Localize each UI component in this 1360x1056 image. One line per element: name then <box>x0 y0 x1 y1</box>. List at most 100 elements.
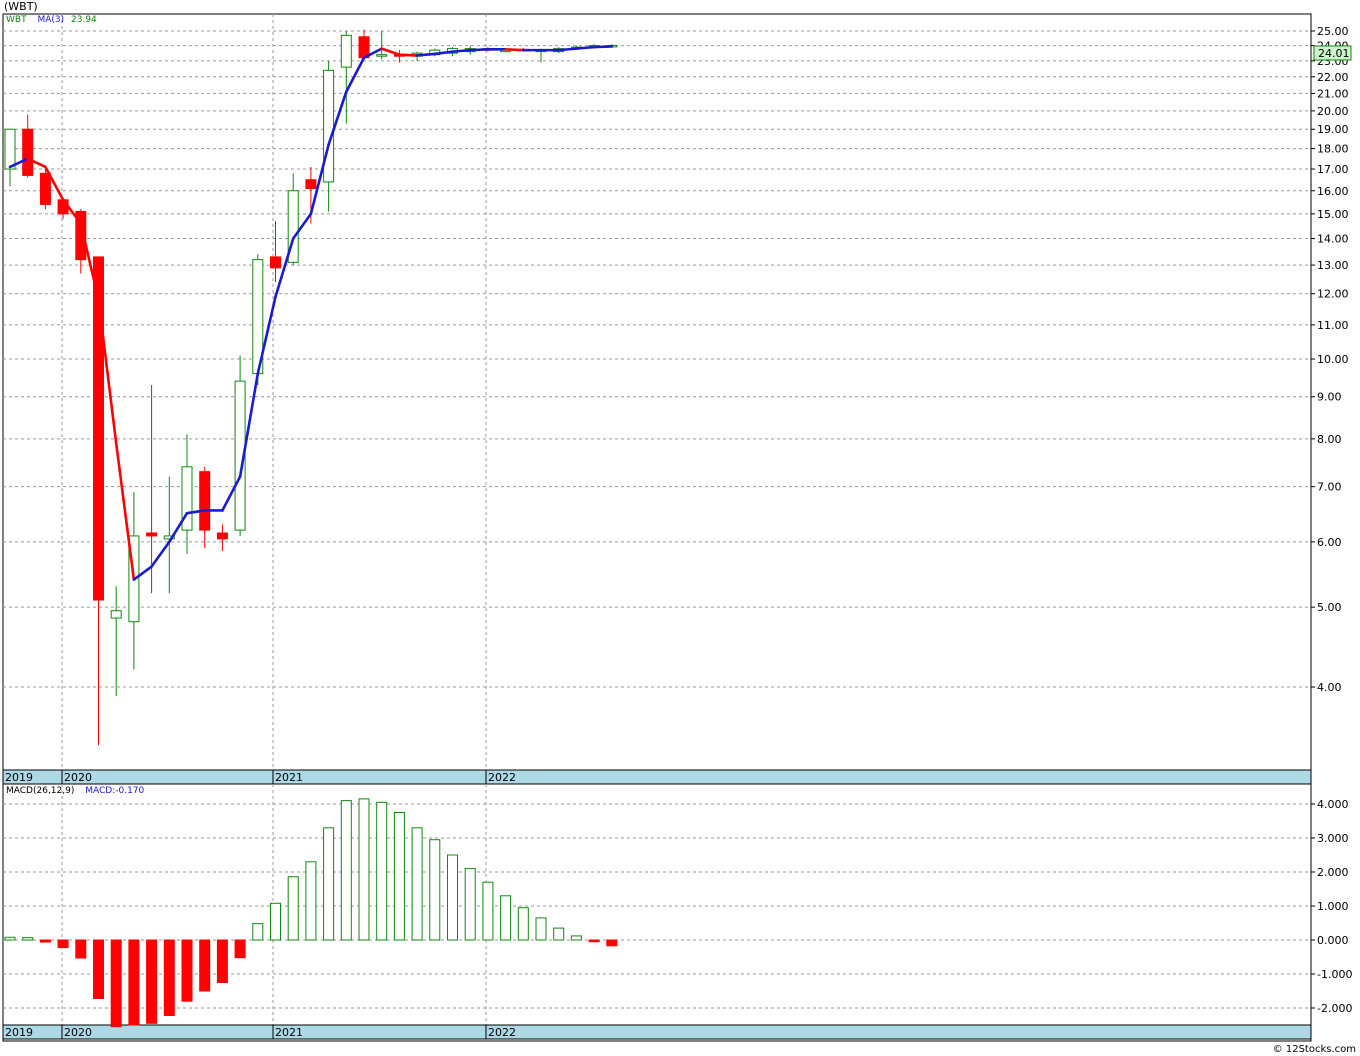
macd-tick-label: 1.000 <box>1317 900 1349 913</box>
candle-body <box>146 532 158 537</box>
last-price-badge: 24.01 <box>1318 47 1350 60</box>
macd-bar <box>606 939 618 947</box>
macd-bar <box>482 881 494 941</box>
macd-bar <box>216 939 228 983</box>
ma3-segment <box>398 53 419 57</box>
price-tick-label: 8.00 <box>1317 433 1342 446</box>
macd-bar <box>464 868 476 941</box>
macd-bar <box>110 939 122 1028</box>
macd-bar <box>358 798 370 941</box>
macd-bar <box>305 861 317 941</box>
macd-bar <box>128 939 140 1026</box>
macd-bar <box>39 939 51 943</box>
macd-bar <box>93 939 104 999</box>
macd-bar <box>163 939 175 1016</box>
macd-value: MACD:-0.170 <box>85 786 145 796</box>
ma3-segment <box>415 52 437 57</box>
macd-bar <box>393 812 405 941</box>
macd-bar <box>411 827 423 941</box>
price-tick-label: 10.00 <box>1317 353 1349 366</box>
macd-tick-label: 3.000 <box>1317 832 1349 845</box>
candle-body <box>323 69 335 183</box>
macd-bar <box>447 854 458 941</box>
price-tick-label: 21.00 <box>1317 87 1349 100</box>
macd-bar <box>199 939 211 992</box>
macd-bar <box>146 939 158 1024</box>
price-year-label: 2019 <box>5 771 33 784</box>
price-tick-label: 9.00 <box>1317 391 1342 404</box>
price-tick-label: 22.00 <box>1317 71 1349 84</box>
price-time-axis-band <box>2 769 1312 785</box>
price-year-label: 2020 <box>64 771 92 784</box>
price-tick-label: 13.00 <box>1317 259 1349 272</box>
macd-bar <box>57 939 69 948</box>
chart-title: (WBT) <box>4 0 38 13</box>
macd-bar <box>429 839 441 941</box>
macd-bar <box>376 801 388 941</box>
price-tick-label: 15.00 <box>1317 208 1349 221</box>
candle-body <box>216 532 228 540</box>
macd-year-label: 2019 <box>5 1026 33 1039</box>
ma3-segment <box>575 45 596 50</box>
macd-year-label: 2022 <box>488 1026 516 1039</box>
candle-body <box>110 610 122 619</box>
price-tick-label: 11.00 <box>1317 319 1349 332</box>
macd-bar <box>323 827 335 941</box>
macd-bar <box>252 923 264 941</box>
macd-bar <box>287 876 299 941</box>
price-tick-label: 16.00 <box>1317 185 1349 198</box>
price-axis-labels: 4.00 5.00 6.00 7.00 8.00 9.00 10.00 11.00 12.00 1… <box>1311 25 1349 694</box>
macd-bar <box>181 939 193 1002</box>
price-year-label: 2021 <box>275 771 303 784</box>
candle-body <box>270 256 281 269</box>
price-tick-label: 6.00 <box>1317 536 1342 549</box>
price-tick-label: 12.00 <box>1317 288 1349 301</box>
price-tick-label: 5.00 <box>1317 601 1342 614</box>
candle-body <box>4 128 16 170</box>
macd-bar <box>22 937 34 941</box>
ma3-segment <box>468 48 490 52</box>
macd-panel-frame <box>2 783 1312 1042</box>
candle-body <box>22 128 34 176</box>
macd-bar <box>75 939 87 959</box>
candle-body <box>376 54 388 57</box>
macd-tick-label: -2.000 <box>1317 1002 1352 1015</box>
ma3-segment <box>557 47 578 52</box>
macd-legend: MACD(26,12,9) MACD:-0.170 <box>6 786 144 796</box>
macd-bar <box>4 936 16 941</box>
price-tick-label: 4.00 <box>1317 681 1342 694</box>
macd-axis-labels: -2.000 -1.000 0.000 1.000 2.000 3.000 4.000 <box>1311 798 1352 1015</box>
price-tick-label: 20.00 <box>1317 105 1349 118</box>
macd-tick-label: 4.000 <box>1317 798 1349 811</box>
price-tick-label: 7.00 <box>1317 481 1342 494</box>
macd-bar <box>234 939 246 959</box>
price-year-label: 2022 <box>488 771 516 784</box>
chart-canvas: 2019 2020 2021 2022 4.00 5.00 6.00 7.00 8.00 9.0… <box>2 13 1352 1042</box>
macd-year-label: 2020 <box>64 1026 92 1039</box>
macd-tick-label: 2.000 <box>1317 866 1349 879</box>
macd-name: MACD(26,12,9) <box>6 786 75 796</box>
ma3-segment <box>451 48 472 53</box>
symbol-label: WBT <box>6 15 27 25</box>
ma-label: MA(3) <box>37 15 65 25</box>
macd-tick-label: -1.000 <box>1317 968 1352 981</box>
macd-bar <box>517 907 529 941</box>
macd-bar <box>553 927 565 941</box>
candle-body <box>199 471 211 531</box>
candle-body <box>340 34 352 68</box>
price-tick-label: 14.00 <box>1317 233 1349 246</box>
macd-year-label: 2021 <box>275 1026 303 1039</box>
macd-bar <box>270 902 281 941</box>
macd-bar <box>535 917 547 941</box>
macd-bar <box>500 895 512 941</box>
ma3-segment <box>592 45 614 49</box>
ma3-segment <box>504 48 525 52</box>
price-legend: WBT MA(3) 23.94 <box>6 15 97 25</box>
watermark: © 12Stocks.com <box>1272 1044 1356 1055</box>
macd-tick-label: 0.000 <box>1317 934 1349 947</box>
macd-time-axis-band <box>2 1024 1312 1040</box>
macd-bar <box>570 935 582 941</box>
macd-bar <box>340 800 352 941</box>
price-tick-label: 17.00 <box>1317 163 1349 176</box>
price-tick-label: 18.00 <box>1317 143 1349 156</box>
